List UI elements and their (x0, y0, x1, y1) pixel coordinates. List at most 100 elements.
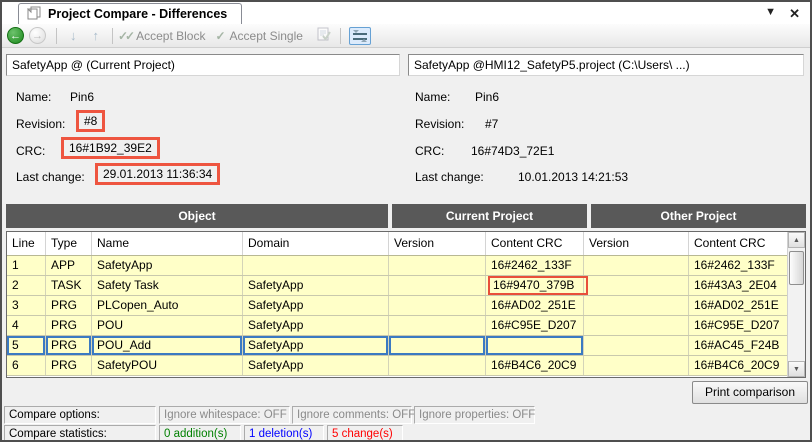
table-row-selected[interactable]: 5 PRG POU_Add SafetyApp 16#AC45_F24B (7, 336, 805, 356)
group-header-object: Object (6, 204, 388, 228)
name-value-left: Pin6 (70, 90, 94, 104)
cell-version-current (389, 316, 486, 335)
table-row[interactable]: 3 PRG PLCopen_Auto SafetyApp 16#AD02_251… (7, 296, 805, 316)
cell-type: PRG (46, 296, 92, 315)
col-line[interactable]: Line (7, 232, 46, 255)
table-row[interactable]: 6 PRG SafetyPOU SafetyApp 16#B4C6_20C9 1… (7, 356, 805, 376)
cell-domain: SafetyApp (243, 296, 389, 315)
crc-label-right: CRC: (415, 144, 444, 158)
forward-button[interactable]: → (29, 27, 46, 44)
previous-difference-button[interactable]: ↑ (93, 28, 100, 43)
back-arrow-icon: ← (10, 30, 21, 42)
scrollbar-thumb[interactable] (789, 251, 804, 285)
tab-bar: Project Compare - Differences ▼ ✕ (2, 2, 810, 24)
last-change-value-left: 29.01.2013 11:36:34 (95, 163, 220, 185)
double-check-icon: ✓✓ (118, 29, 132, 43)
comparison-table: Line Type Name Domain Version Content CR… (6, 231, 806, 378)
cell-type: PRG (46, 316, 92, 335)
col-version-other[interactable]: Version (584, 232, 689, 255)
col-version-current[interactable]: Version (389, 232, 486, 255)
tab-title: Project Compare - Differences (48, 7, 227, 21)
cell-crc-current (486, 336, 584, 355)
cell-name: POU_Add (92, 336, 243, 355)
current-project-header: SafetyApp @ (Current Project) (6, 54, 400, 76)
option-ignore-properties: Ignore properties: OFF (414, 406, 535, 424)
col-crc-current[interactable]: Content CRC (486, 232, 584, 255)
accept-single-button[interactable]: Accept Single (230, 29, 303, 43)
cell-version-current (389, 296, 486, 315)
cell-crc-other: 16#AD02_251E (689, 296, 789, 315)
group-header-current: Current Project (392, 204, 587, 228)
cell-domain (243, 256, 389, 275)
table-row[interactable]: 2 TASK Safety Task SafetyApp 16#9470_379… (7, 276, 805, 296)
cell-version-current (389, 276, 486, 295)
accept-block-button[interactable]: Accept Block (136, 29, 205, 43)
annotation-box: #8 (76, 110, 105, 132)
tab-list-dropdown-icon[interactable]: ▼ (765, 6, 776, 18)
cell-crc-other: 16#2462_133F (689, 256, 789, 275)
cell-version-other (584, 336, 689, 355)
cell-line: 2 (7, 276, 46, 295)
forward-arrow-icon: → (32, 30, 43, 42)
other-project-header: SafetyApp @HMI12_SafetyP5.project (C:\Us… (408, 54, 804, 76)
cell-version-other (584, 276, 689, 295)
cell-crc-current: 16#C95E_D207 (486, 316, 584, 335)
table-row[interactable]: 4 PRG POU SafetyApp 16#C95E_D207 16#C95E… (7, 316, 805, 336)
cell-crc-other: 16#43A3_2E04 (689, 276, 789, 295)
name-value-right: Pin6 (475, 90, 499, 104)
cell-name: POU (92, 316, 243, 335)
crc-value-right: 16#74D3_72E1 (471, 144, 554, 158)
cell-crc-other: 16#C95E_D207 (689, 316, 789, 335)
options-label: Compare options: (4, 406, 156, 424)
cell-line: 1 (7, 256, 46, 275)
next-difference-button[interactable]: ↓ (70, 28, 77, 43)
cell-name: SafetyApp (92, 256, 243, 275)
back-button[interactable]: ← (7, 27, 24, 44)
revision-value-left: #8 (76, 110, 105, 132)
cell-version-other (584, 296, 689, 315)
compare-options-bar: Compare options: Ignore whitespace: OFF … (2, 406, 810, 424)
last-change-label-left: Last change: (16, 170, 85, 184)
stat-deletions: 1 deletion(s) (244, 425, 324, 442)
scroll-down-icon[interactable]: ▼ (788, 361, 805, 377)
cell-name: Safety Task (92, 276, 243, 295)
cell-domain: SafetyApp (243, 276, 389, 295)
vertical-scrollbar[interactable]: ▲ ▼ (787, 232, 805, 377)
last-change-value-right: 10.01.2013 14:21:53 (518, 170, 628, 184)
table-row[interactable]: 1 APP SafetyApp 16#2462_133F 16#2462_133… (7, 256, 805, 276)
cell-crc-current: 16#2462_133F (486, 256, 584, 275)
col-domain[interactable]: Domain (243, 232, 389, 255)
project-compare-window: Project Compare - Differences ▼ ✕ ← → ↓ … (0, 0, 812, 442)
cell-line: 5 (7, 336, 46, 355)
cell-name: SafetyPOU (92, 356, 243, 375)
name-label-right: Name: (415, 90, 450, 104)
accept-document-icon[interactable] (317, 27, 331, 45)
cell-line: 4 (7, 316, 46, 335)
cell-version-other (584, 256, 689, 275)
crc-label-left: CRC: (16, 144, 45, 158)
cell-type: PRG (46, 356, 92, 375)
toolbar: ← → ↓ ↑ ✓✓ Accept Block ✓ Accept Single (2, 24, 810, 48)
cell-type: PRG (46, 336, 92, 355)
cell-crc-current: 16#AD02_251E (486, 296, 584, 315)
stat-changes: 5 change(s) (327, 425, 403, 442)
col-crc-other[interactable]: Content CRC (689, 232, 789, 255)
scroll-up-icon[interactable]: ▲ (788, 232, 805, 248)
col-name[interactable]: Name (92, 232, 243, 255)
name-label-left: Name: (16, 90, 51, 104)
cell-crc-other: 16#B4C6_20C9 (689, 356, 789, 375)
close-icon[interactable]: ✕ (789, 6, 800, 22)
cell-name: PLCopen_Auto (92, 296, 243, 315)
cell-version-other (584, 356, 689, 375)
print-comparison-button[interactable]: Print comparison (692, 381, 808, 404)
show-differences-toggle[interactable] (349, 27, 371, 45)
tab-project-compare[interactable]: Project Compare - Differences (18, 3, 242, 24)
revision-label-left: Revision: (16, 117, 65, 131)
col-type[interactable]: Type (46, 232, 92, 255)
cell-version-current (389, 256, 486, 275)
revision-value-right: #7 (485, 117, 498, 131)
cell-version-current (389, 336, 486, 355)
last-change-label-right: Last change: (415, 170, 484, 184)
annotation-box: 16#9470_379B (488, 276, 588, 295)
group-header-other: Other Project (591, 204, 806, 228)
